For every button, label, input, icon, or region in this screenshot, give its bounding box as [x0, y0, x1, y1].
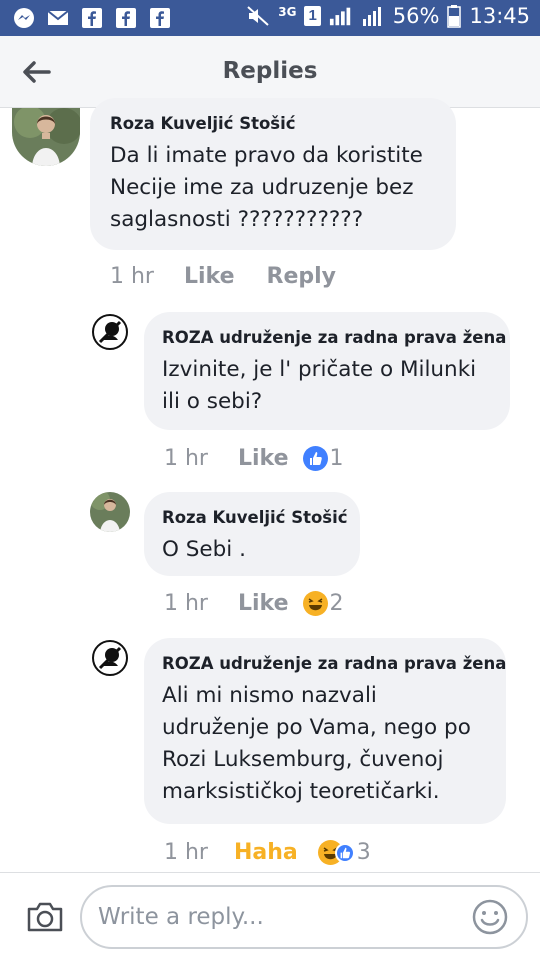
comment-line: Rozi Luksemburg, čuvenoj [162, 747, 444, 772]
comment-line: Ali mi nismo nazvali [162, 683, 377, 708]
status-bar: 3G 1 56% 13:45 [0, 0, 540, 36]
system-icons: 3G 1 56% 13:45 [246, 4, 530, 28]
like-button[interactable]: Like [238, 446, 289, 471]
battery-icon [447, 4, 462, 28]
camera-button[interactable] [26, 901, 64, 933]
notification-icons [12, 6, 172, 30]
mute-icon [246, 4, 270, 28]
comment-author[interactable]: ROZA udruženje za radna prava žena [162, 654, 506, 673]
comment-text: Ali mi nismo nazvali udruženje po Vama, … [162, 680, 471, 808]
comment-text: Da li imate pravo da koristite Necije im… [110, 140, 423, 236]
comment-actions: 1 hr Like 1 [164, 446, 344, 471]
facebook-icon [148, 6, 172, 30]
clock: 13:45 [469, 4, 530, 28]
reaction-count[interactable]: 3 [357, 840, 371, 865]
reaction-count[interactable]: 1 [330, 446, 344, 471]
signal-icon [361, 4, 385, 28]
comment-line: udruženje po Vama, nego po [162, 715, 471, 740]
comment-text: O Sebi . [162, 534, 246, 566]
reaction-count[interactable]: 2 [330, 591, 344, 616]
messenger-icon [12, 6, 36, 30]
like-button[interactable]: Like [184, 264, 235, 289]
comment-timestamp[interactable]: 1 hr [164, 840, 208, 865]
comment-line: O Sebi . [162, 537, 246, 562]
like-button[interactable]: Like [238, 591, 289, 616]
reply-button[interactable]: Reply [267, 264, 337, 289]
avatar[interactable] [12, 108, 80, 166]
reply-composer [0, 872, 540, 960]
reply-field[interactable] [80, 885, 528, 949]
smiley-icon [472, 899, 508, 935]
facebook-icon [80, 6, 104, 30]
page-title: Replies [222, 58, 318, 84]
comment-author[interactable]: ROZA udruženje za radna prava žena [162, 328, 506, 347]
comment-actions: 1 hr Like Reply [110, 264, 336, 289]
comment-timestamp[interactable]: 1 hr [110, 264, 154, 289]
comment-text: Izvinite, je l' pričate o Milunki ili o … [162, 354, 476, 418]
haha-reaction-icon[interactable] [302, 591, 328, 616]
like-reaction-icon[interactable] [334, 842, 355, 863]
avatar[interactable] [90, 638, 130, 678]
reply-input[interactable] [98, 897, 458, 937]
comment-line: Necije ime za udruzenje bez [110, 175, 414, 200]
avatar[interactable] [90, 492, 130, 532]
emoji-button[interactable] [472, 899, 508, 935]
haha-button[interactable]: Haha [234, 840, 298, 865]
comment-actions: 1 hr Haha 3 [164, 840, 371, 865]
comment-line: Da li imate pravo da koristite [110, 143, 423, 168]
sim-badge: 1 [304, 6, 321, 26]
comment-author[interactable]: Roza Kuveljić Stošić [110, 114, 296, 133]
comment-line: ili o sebi? [162, 389, 263, 414]
comment-timestamp[interactable]: 1 hr [164, 591, 208, 616]
comment-author[interactable]: Roza Kuveljić Stošić [162, 508, 348, 527]
comment-line: saglasnosti ??????????? [110, 207, 364, 232]
comment-line: marksističkoj teoretičarki. [162, 779, 440, 804]
battery-percent: 56% [392, 4, 440, 28]
like-reaction-icon[interactable] [302, 446, 328, 471]
comment-timestamp[interactable]: 1 hr [164, 446, 208, 471]
comment-actions: 1 hr Like 2 [164, 591, 344, 616]
mail-icon [46, 6, 70, 30]
camera-icon [27, 902, 63, 932]
signal-icon [329, 4, 353, 28]
facebook-icon [114, 6, 138, 30]
comment-line: Izvinite, je l' pričate o Milunki [162, 357, 477, 382]
avatar[interactable] [90, 312, 130, 352]
network-type: 3G [278, 5, 297, 19]
